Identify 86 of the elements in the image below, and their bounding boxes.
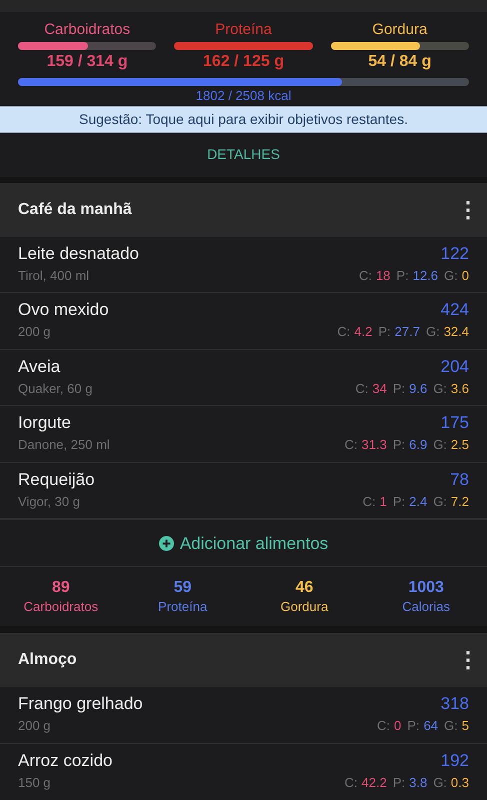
goal-value: 54 / 84 g — [368, 52, 432, 72]
macro-value: 0.3 — [450, 774, 469, 792]
macro-value: 5 — [462, 717, 469, 735]
macro-label: P: — [392, 774, 406, 792]
food-detail: Vigor, 30 g — [18, 492, 81, 511]
goal-label: Gordura — [372, 20, 428, 40]
food-name: Requeijão — [18, 468, 95, 491]
macro-value: 3.8 — [409, 774, 428, 792]
goal-value: 159 / 314 g — [46, 52, 128, 72]
more-menu-button[interactable]: ⋮ — [457, 198, 469, 221]
meal-title: Café da manhã — [18, 200, 132, 220]
calorie-value: 192 — [440, 750, 469, 772]
food-name: Iorgute — [18, 412, 72, 434]
macro-label: G: — [444, 717, 458, 735]
macro-value: 0 — [462, 266, 469, 285]
macro-label: G: — [433, 774, 447, 792]
macro-value: 7.2 — [450, 492, 469, 511]
food-detail: 150 g — [18, 774, 52, 792]
calorie-value: 175 — [440, 412, 469, 434]
goal-label: Proteína — [215, 20, 272, 40]
total-label: Proteína — [158, 598, 208, 616]
macro-value: 34 — [372, 380, 387, 398]
calorie-value: 78 — [450, 468, 469, 491]
macro-label: P: — [392, 380, 406, 398]
food-detail: Quaker, 60 g — [18, 380, 92, 398]
total-value: 89 — [52, 578, 70, 598]
food-detail: Tirol, 400 ml — [18, 266, 90, 285]
food-name: Frango grelhado — [18, 693, 143, 715]
meal-title: Almoço — [18, 650, 77, 670]
macro-label: G: — [433, 492, 447, 511]
food-detail: 200 g — [18, 717, 52, 735]
macro-value: 3.6 — [450, 380, 469, 398]
macro-value: 18 — [376, 266, 390, 285]
macro-label: P: — [392, 436, 406, 454]
macro-label: C: — [344, 774, 358, 792]
food-name: Arroz cozido — [18, 750, 112, 772]
macro-label: C: — [344, 436, 358, 454]
macro-label: C: — [337, 323, 350, 342]
plus-circle-icon — [158, 536, 174, 551]
macro-label: G: — [444, 266, 458, 285]
food-detail: 200 g — [18, 323, 52, 342]
macro-value: 6.9 — [409, 436, 428, 454]
total-value: 46 — [295, 578, 314, 598]
calorie-summary: 1802 / 2508 kcal — [196, 86, 292, 105]
food-name: Aveia — [18, 356, 62, 378]
macro-label: C: — [362, 492, 376, 511]
food-name: Ovo mexido — [18, 299, 109, 322]
macro-label: P: — [392, 492, 406, 511]
calorie-value: 122 — [440, 242, 469, 265]
add-food-button[interactable]: Adicionar alimentos — [158, 530, 328, 556]
total-label: Gordura — [280, 598, 328, 616]
macro-value: 9.6 — [409, 380, 428, 398]
macro-label: G: — [426, 323, 440, 342]
total-label: Calorias — [402, 598, 450, 616]
macro-label: P: — [378, 323, 391, 342]
macro-value: 31.3 — [362, 436, 387, 454]
macro-value: 1 — [380, 492, 387, 511]
macro-value: 12.6 — [412, 266, 438, 285]
total-value: 59 — [174, 578, 192, 598]
goal-value: 162 / 125 g — [203, 52, 284, 72]
food-name: Leite desnatado — [18, 242, 139, 265]
calorie-value: 204 — [440, 356, 469, 378]
goal-label: Carboidratos — [44, 20, 130, 40]
macro-value: 0 — [394, 717, 402, 735]
macro-value: 42.2 — [362, 774, 387, 792]
macro-value: 64 — [424, 717, 438, 735]
macro-label: P: — [407, 717, 420, 735]
total-label: Carboidratos — [24, 598, 98, 616]
macro-label: C: — [355, 380, 368, 398]
macro-label: C: — [377, 717, 390, 735]
macro-value: 2.4 — [409, 492, 428, 511]
calorie-value: 318 — [440, 693, 469, 715]
macro-label: G: — [433, 436, 447, 454]
macro-label: C: — [358, 266, 372, 285]
calorie-value: 424 — [440, 299, 469, 322]
macro-label: G: — [433, 380, 447, 398]
macro-value: 32.4 — [444, 323, 469, 342]
suggestion-banner[interactable]: Sugestão: Toque aqui para exibir objetivos restantes. — [0, 106, 487, 133]
macro-value: 27.7 — [394, 323, 420, 342]
macro-value: 2.5 — [450, 436, 469, 454]
details-button[interactable]: DETALHES — [207, 144, 280, 166]
food-detail: Danone, 250 ml — [18, 436, 110, 454]
total-value: 1003 — [408, 578, 444, 598]
macro-value: 4.2 — [354, 323, 372, 342]
macro-label: P: — [396, 266, 409, 285]
more-menu-button[interactable]: ⋮ — [457, 649, 469, 671]
